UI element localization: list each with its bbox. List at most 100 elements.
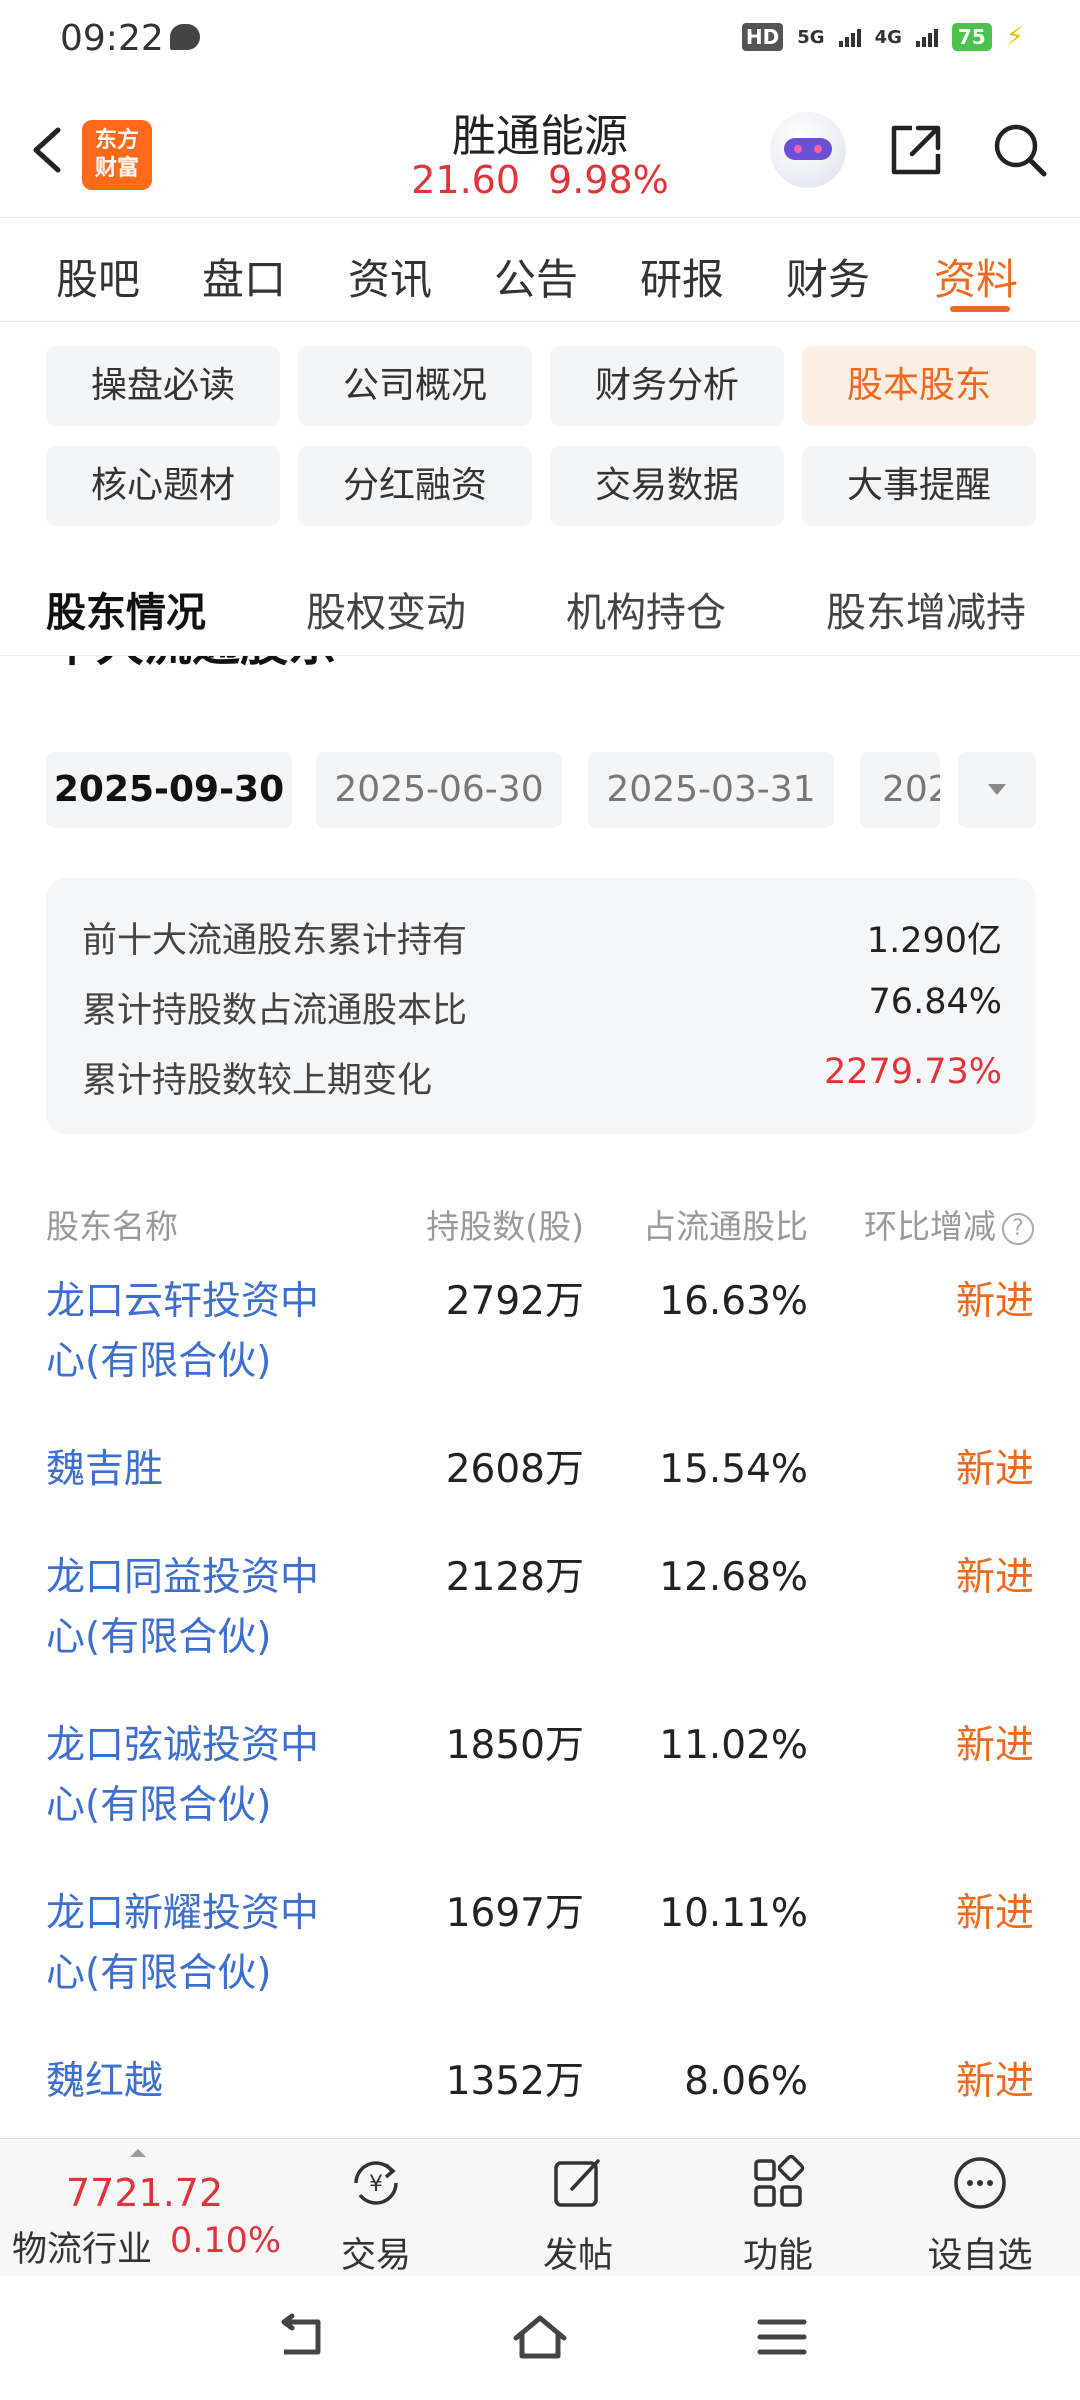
shares-count: 2608万 xyxy=(445,1447,584,1492)
share-icon[interactable] xyxy=(886,120,946,180)
logo-line-2: 财富 xyxy=(94,156,139,181)
chip-trading-data[interactable]: 交易数据 xyxy=(550,446,784,526)
shares-count: 2792万 xyxy=(445,1279,584,1324)
svg-text:¥: ¥ xyxy=(369,2172,383,2197)
add-watchlist-button[interactable]: 设自选 xyxy=(910,2151,1050,2278)
shareholder-name[interactable]: 龙口同益投资中心(有限合伙) xyxy=(46,1548,356,1668)
shares-count: 1850万 xyxy=(445,1723,584,1768)
date-tab-2025-03-31[interactable]: 2025-03-31 xyxy=(588,752,834,828)
summary-value-highlight: 2279.73% xyxy=(824,1052,1002,1092)
chip-financial-analysis[interactable]: 财务分析 xyxy=(550,346,784,426)
section-tabs: 股东情况 股权变动 机构持仓 股东增减持 xyxy=(0,560,1080,656)
change-status: 新进 xyxy=(955,1447,1034,1492)
shares-count: 1697万 xyxy=(445,1891,584,1936)
date-dropdown-icon[interactable] xyxy=(958,752,1036,828)
stock-header: 东方 财富 胜通能源 21.60 9.98% xyxy=(0,84,1080,218)
expand-up-icon[interactable] xyxy=(130,2149,146,2157)
chat-notification-icon xyxy=(170,24,200,50)
industry-index-value[interactable]: 7721.72 xyxy=(66,2171,223,2215)
stock-change-pct: 9.98% xyxy=(548,158,669,202)
back-icon[interactable] xyxy=(22,120,72,180)
change-status: 新进 xyxy=(955,1891,1034,1936)
post-button[interactable]: 发帖 xyxy=(508,2151,648,2278)
chip-company-overview[interactable]: 公司概况 xyxy=(298,346,532,426)
shareholder-name[interactable]: 魏红越 xyxy=(46,2052,356,2112)
active-tab-indicator xyxy=(950,306,1010,312)
column-header-change: 环比增减? xyxy=(864,1200,1034,1248)
column-header-shares: 持股数(股) xyxy=(426,1207,584,1246)
system-nav-bar xyxy=(0,2276,1080,2400)
tab-finance[interactable]: 财务 xyxy=(786,246,870,307)
float-ratio: 8.06% xyxy=(684,2059,808,2104)
tab-profile[interactable]: 资料 xyxy=(934,246,1018,307)
nav-back-icon[interactable] xyxy=(272,2312,332,2362)
date-tab-2025-09-30[interactable]: 2025-09-30 xyxy=(46,752,292,828)
summary-row-ratio: 累计持股数占流通股本比 76.84% xyxy=(82,982,1002,1032)
nav-home-icon[interactable] xyxy=(510,2312,570,2362)
shareholder-name[interactable]: 魏吉胜 xyxy=(46,1440,356,1500)
tab-holding-changes[interactable]: 股东增减持 xyxy=(826,580,1026,638)
ai-assistant-icon[interactable] xyxy=(770,112,846,188)
chip-dividends-financing[interactable]: 分红融资 xyxy=(298,446,532,526)
trade-icon: ¥ xyxy=(354,2161,398,2205)
battery-icon: 75 xyxy=(951,23,992,51)
status-bar: 09:22 HD 5G 4G 75 ⚡ xyxy=(0,0,1080,84)
shareholder-name[interactable]: 龙口云轩投资中心(有限合伙) xyxy=(46,1272,356,1392)
app-logo[interactable]: 东方 财富 xyxy=(82,120,152,190)
signal-icon xyxy=(838,27,861,47)
tab-research[interactable]: 研报 xyxy=(640,246,724,307)
logo-line-1: 东方 xyxy=(94,128,139,153)
post-icon xyxy=(554,2159,600,2207)
summary-label: 累计持股数占流通股本比 xyxy=(82,991,468,1031)
summary-label: 前十大流通股东累计持有 xyxy=(82,921,468,961)
tab-guba[interactable]: 股吧 xyxy=(56,246,140,307)
float-ratio: 16.63% xyxy=(659,1279,808,1324)
tab-institutional-holdings[interactable]: 机构持仓 xyxy=(566,580,726,638)
chip-event-reminders[interactable]: 大事提醒 xyxy=(802,446,1036,526)
stock-name: 胜通能源 xyxy=(452,111,628,162)
shares-count: 1352万 xyxy=(445,2059,584,2104)
functions-label: 功能 xyxy=(742,2236,813,2276)
change-status: 新进 xyxy=(955,1279,1034,1324)
industry-change-pct: 0.10% xyxy=(170,2221,282,2261)
nav-menu-icon[interactable] xyxy=(752,2312,812,2362)
tab-pankou[interactable]: 盘口 xyxy=(202,246,286,307)
more-icon xyxy=(954,2157,1006,2209)
date-tab-partial[interactable]: 2024-12-31 xyxy=(860,752,940,828)
summary-row-total: 前十大流通股东累计持有 1.290亿 xyxy=(82,912,1002,962)
shareholder-name[interactable]: 龙口弦诚投资中心(有限合伙) xyxy=(46,1716,356,1836)
column-header-ratio: 占流通股比 xyxy=(643,1207,808,1246)
chip-trading-guide[interactable]: 操盘必读 xyxy=(46,346,280,426)
tab-shareholder-status[interactable]: 股东情况 xyxy=(46,580,206,638)
date-tab-2025-06-30[interactable]: 2025-06-30 xyxy=(316,752,562,828)
network-5g-label: 5G xyxy=(797,26,825,48)
status-time: 09:22 xyxy=(60,18,164,59)
main-tabs: 股吧 盘口 资讯 公告 研报 财务 资料 xyxy=(0,218,1080,322)
search-icon[interactable] xyxy=(990,120,1050,180)
summary-value: 1.290亿 xyxy=(866,921,1002,961)
column-header-change-label: 环比增减 xyxy=(864,1207,996,1246)
change-status: 新进 xyxy=(955,1555,1034,1600)
float-ratio: 10.11% xyxy=(659,1891,808,1936)
shares-count: 2128万 xyxy=(445,1555,584,1600)
column-header-name: 股东名称 xyxy=(46,1207,178,1246)
trade-button[interactable]: ¥ 交易 xyxy=(306,2151,446,2278)
chip-shareholders[interactable]: 股本股东 xyxy=(802,346,1036,426)
change-status: 新进 xyxy=(955,2059,1034,2104)
functions-button[interactable]: 功能 xyxy=(708,2151,848,2278)
tab-equity-changes[interactable]: 股权变动 xyxy=(306,580,466,638)
tab-announcements[interactable]: 公告 xyxy=(494,246,578,307)
shareholder-name[interactable]: 龙口新耀投资中心(有限合伙) xyxy=(46,1884,356,2004)
help-icon[interactable]: ? xyxy=(1002,1212,1034,1245)
stock-quote: 21.60 9.98% xyxy=(340,158,740,202)
industry-name[interactable]: 物流行业 xyxy=(12,2221,152,2272)
chip-core-themes[interactable]: 核心题材 xyxy=(46,446,280,526)
summary-value: 76.84% xyxy=(868,982,1002,1022)
summary-box: 前十大流通股东累计持有 1.290亿 累计持股数占流通股本比 76.84% 累计… xyxy=(46,878,1036,1134)
tab-news[interactable]: 资讯 xyxy=(348,246,432,307)
change-status: 新进 xyxy=(955,1723,1034,1768)
float-ratio: 15.54% xyxy=(659,1447,808,1492)
hd-icon: HD xyxy=(741,23,784,51)
post-label: 发帖 xyxy=(542,2236,613,2276)
float-ratio: 11.02% xyxy=(659,1723,808,1768)
